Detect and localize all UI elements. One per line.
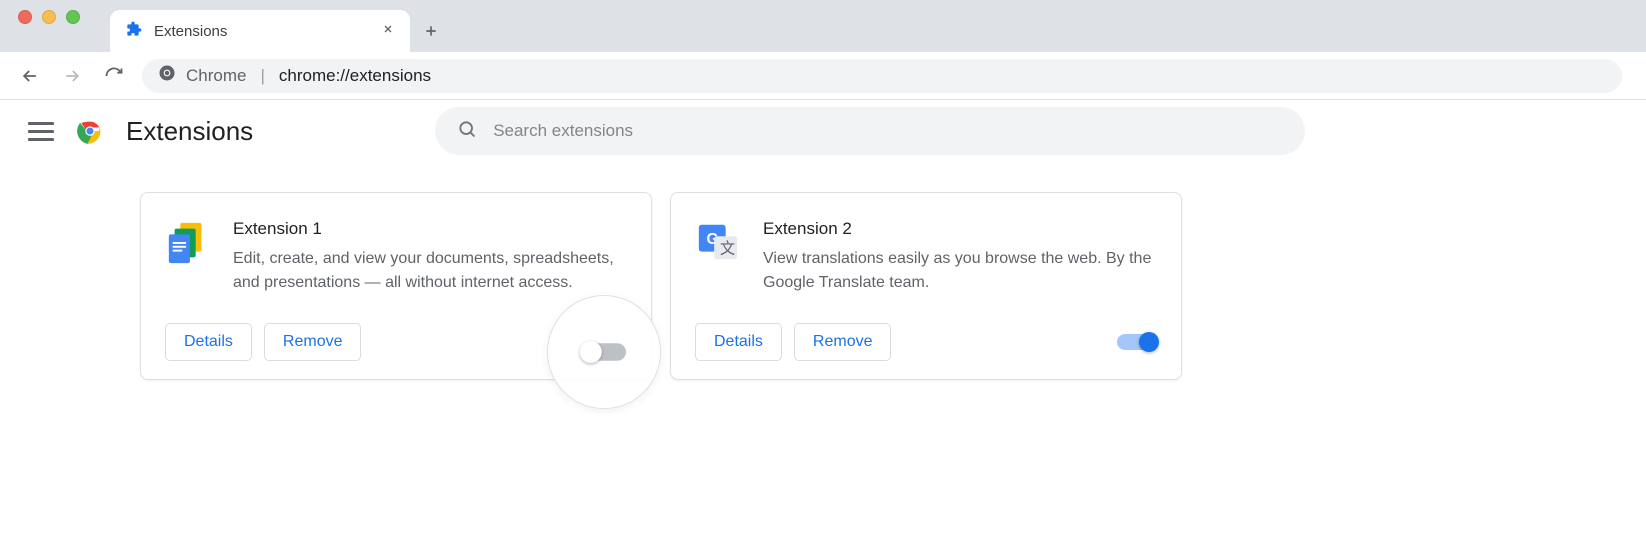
chrome-logo-icon <box>76 117 104 145</box>
puzzle-piece-icon <box>126 21 142 42</box>
remove-button[interactable]: Remove <box>264 323 362 361</box>
enable-toggle[interactable] <box>582 343 626 361</box>
extension-description: Edit, create, and view your documents, s… <box>233 247 627 295</box>
url-scheme-label: Chrome <box>186 66 246 86</box>
tab-title: Extensions <box>154 23 370 40</box>
enable-toggle[interactable] <box>1117 334 1157 350</box>
details-button[interactable]: Details <box>165 323 252 361</box>
forward-button[interactable] <box>58 62 86 90</box>
window-controls <box>18 0 110 52</box>
remove-button[interactable]: Remove <box>794 323 892 361</box>
chrome-badge-icon <box>158 64 176 87</box>
svg-text:文: 文 <box>720 241 735 258</box>
details-button[interactable]: Details <box>695 323 782 361</box>
window-zoom-button[interactable] <box>66 10 80 24</box>
back-button[interactable] <box>16 62 44 90</box>
tab-close-button[interactable] <box>382 22 394 40</box>
search-box[interactable] <box>435 107 1305 155</box>
url-separator: | <box>256 66 268 86</box>
extension-card: G 文 Extension 2 View translations easily… <box>670 192 1182 380</box>
url-path-text: extensions <box>350 66 431 85</box>
extension-card: Extension 1 Edit, create, and view your … <box>140 192 652 380</box>
extensions-grid: Extension 1 Edit, create, and view your … <box>0 162 1646 380</box>
browser-toolbar: Chrome | chrome://extensions <box>0 52 1646 100</box>
url-prefix-text: chrome:// <box>279 66 350 85</box>
browser-tab[interactable]: Extensions <box>110 10 410 52</box>
translate-icon: G 文 <box>695 219 741 265</box>
search-input[interactable] <box>493 121 1283 141</box>
window-tab-strip: Extensions <box>0 0 1646 52</box>
address-bar[interactable]: Chrome | chrome://extensions <box>142 59 1622 93</box>
url-text: chrome://extensions <box>279 66 431 86</box>
extensions-header: Extensions <box>0 100 1646 162</box>
new-tab-button[interactable] <box>410 10 452 52</box>
menu-button[interactable] <box>28 118 54 144</box>
extension-description: View translations easily as you browse t… <box>763 247 1157 295</box>
docs-suite-icon <box>165 219 211 265</box>
extension-name: Extension 2 <box>763 219 1157 239</box>
window-close-button[interactable] <box>18 10 32 24</box>
page-title: Extensions <box>126 116 253 147</box>
window-minimize-button[interactable] <box>42 10 56 24</box>
extension-name: Extension 1 <box>233 219 627 239</box>
reload-button[interactable] <box>100 62 128 90</box>
search-icon <box>457 119 477 144</box>
